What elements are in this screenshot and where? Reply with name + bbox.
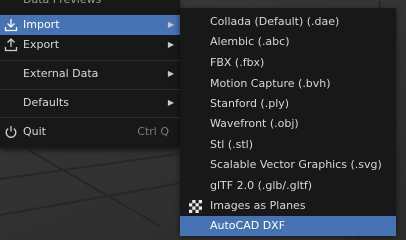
import-item-collada[interactable]: Collada (Default) (.dae) [180, 12, 396, 32]
menu-item-label: Data Previews [23, 0, 101, 10]
menu-item-export[interactable]: Export ▶ [0, 35, 180, 55]
import-item-wavefront[interactable]: Wavefront (.obj) [180, 114, 396, 134]
import-item-gltf[interactable]: glTF 2.0 (.glb/.gltf) [180, 176, 396, 196]
menu-item-defaults[interactable]: Defaults ▶ [0, 93, 180, 113]
menu-item-label: Export [23, 38, 60, 51]
checkerboard-icon [189, 200, 202, 213]
menu-separator [0, 89, 180, 90]
menu-item-label: Defaults [23, 96, 69, 109]
menu-item-quit[interactable]: Quit Ctrl Q [0, 122, 180, 142]
import-item-stanford[interactable]: Stanford (.ply) [180, 94, 396, 114]
import-item-stl[interactable]: Stl (.stl) [180, 135, 396, 155]
menu-item-label: Collada (Default) (.dae) [210, 15, 340, 28]
import-item-autocad-dxf[interactable]: AutoCAD DXF [180, 216, 396, 236]
menu-item-label: FBX (.fbx) [210, 56, 265, 69]
menu-item-label: Images as Planes [210, 199, 306, 212]
menu-item-label: Motion Capture (.bvh) [210, 77, 331, 90]
menu-item-label: Alembic (.abc) [210, 35, 290, 48]
import-item-motion-capture[interactable]: Motion Capture (.bvh) [180, 74, 396, 94]
menu-item-label: AutoCAD DXF [210, 219, 286, 232]
import-submenu: Collada (Default) (.dae) Alembic (.abc) … [180, 8, 396, 236]
submenu-arrow-icon: ▶ [167, 98, 174, 107]
import-item-images-as-planes[interactable]: Images as Planes [180, 196, 396, 216]
menu-item-label: Stl (.stl) [210, 138, 254, 151]
submenu-arrow-icon: ▶ [167, 69, 174, 78]
power-icon [5, 126, 17, 138]
menu-item-label: Stanford (.ply) [210, 97, 290, 110]
file-menu: Data Previews Import ▶ Export ▶ External… [0, 0, 180, 148]
menu-item-label: Import [23, 18, 60, 31]
menu-item-external-data[interactable]: External Data ▶ [0, 64, 180, 84]
menu-item-label: External Data [23, 67, 99, 80]
grid-line [0, 179, 198, 216]
submenu-arrow-icon: ▶ [167, 20, 174, 29]
submenu-arrow-icon: ▶ [167, 40, 174, 49]
import-item-fbx[interactable]: FBX (.fbx) [180, 53, 396, 73]
menu-separator [0, 60, 180, 61]
menu-item-label: Scalable Vector Graphics (.svg) [210, 158, 382, 171]
menu-item-label: glTF 2.0 (.glb/.gltf) [210, 179, 313, 192]
export-icon [4, 38, 18, 52]
shortcut-label: Ctrl Q [137, 125, 169, 138]
menu-item-import[interactable]: Import ▶ [0, 15, 180, 35]
import-item-alembic[interactable]: Alembic (.abc) [180, 32, 396, 52]
menu-item-label: Quit [23, 125, 46, 138]
menu-separator [0, 117, 180, 118]
grid-line [0, 150, 199, 180]
import-item-svg[interactable]: Scalable Vector Graphics (.svg) [180, 155, 396, 175]
import-icon [4, 19, 18, 32]
menu-item-data-previews[interactable]: Data Previews [0, 0, 180, 10]
menu-item-label: Wavefront (.obj) [210, 117, 299, 130]
